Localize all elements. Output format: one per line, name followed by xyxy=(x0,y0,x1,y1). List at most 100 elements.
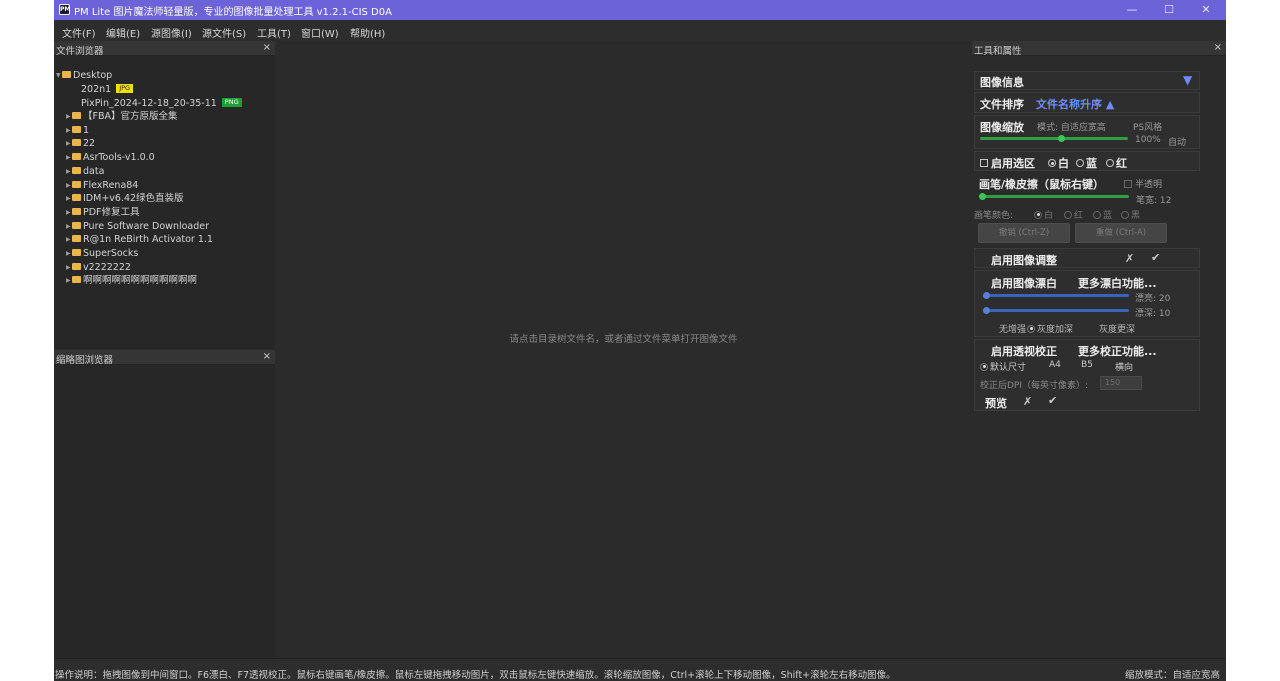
menu-tools[interactable]: 工具(T) xyxy=(257,25,291,40)
image-info-row[interactable]: 图像信息 ▼ xyxy=(974,71,1200,90)
semi-transparent-checkbox[interactable]: 半透明 xyxy=(1124,177,1162,190)
tree-folder[interactable]: ▶ Pure Software Downloader xyxy=(66,220,209,233)
checkbox-icon[interactable] xyxy=(980,159,988,167)
sort-row: 文件排序 文件名称升序 ▲ xyxy=(974,92,1200,113)
selection-white-radio[interactable]: 白 xyxy=(1048,155,1069,171)
radio-icon[interactable] xyxy=(1121,210,1129,219)
tree-folder[interactable]: ▶ R@1n ReBirth Activator 1.1 xyxy=(66,233,213,246)
size-a4-radio[interactable]: A4 xyxy=(1039,359,1061,370)
size-default-radio[interactable]: 默认尺寸 xyxy=(980,360,1026,373)
radio-icon[interactable] xyxy=(1039,359,1047,368)
adjust-cancel-icon[interactable]: ✗ xyxy=(1125,252,1134,265)
enable-adjust-checkbox[interactable]: 启用图像调整 xyxy=(980,252,1057,268)
menu-file[interactable]: 文件(F) xyxy=(62,25,96,40)
image-canvas[interactable]: 请点击目录树文件名，或者通过文件菜单打开图像文件 xyxy=(276,41,971,658)
enable-whiten-checkbox[interactable]: 启用图像漂白 xyxy=(980,275,1057,291)
whiten-slider-2-handle[interactable] xyxy=(982,307,990,314)
radio-icon[interactable] xyxy=(1027,324,1035,333)
thumb-browser-close-button[interactable]: × xyxy=(263,351,271,362)
perspective-confirm-icon[interactable]: ✔ xyxy=(1048,394,1057,407)
menu-source-file[interactable]: 源文件(S) xyxy=(202,25,246,40)
app-window: PM PM Lite 图片魔法师轻量版，专业的图像批量处理工具 v1.2.1-C… xyxy=(54,0,1226,681)
file-browser-close-button[interactable]: × xyxy=(263,42,271,53)
more-whiten-link[interactable]: 更多漂白功能... xyxy=(1078,275,1157,291)
radio-icon[interactable] xyxy=(980,362,988,371)
brush-color-black[interactable]: 黑 xyxy=(1121,208,1140,221)
radio-icon[interactable] xyxy=(989,324,997,333)
whiten-slider-2[interactable] xyxy=(983,309,1129,312)
tree-folder[interactable]: ▶ data xyxy=(66,165,104,178)
menu-edit[interactable]: 编辑(E) xyxy=(106,25,140,40)
ps-style-label[interactable]: PS风格 xyxy=(1133,120,1162,133)
zoom-label: 图像缩放 xyxy=(980,121,1024,134)
zoom-slider-handle[interactable] xyxy=(1058,135,1066,142)
redo-button[interactable]: 重做 (Ctrl-A) xyxy=(1075,223,1167,243)
radio-icon[interactable] xyxy=(1071,359,1079,368)
brush-slider-handle[interactable] xyxy=(979,193,986,200)
adjust-confirm-icon[interactable]: ✔ xyxy=(1151,251,1160,264)
checkbox-icon[interactable] xyxy=(980,279,988,287)
thumbnail-area[interactable] xyxy=(54,365,275,658)
radio-icon[interactable] xyxy=(1106,159,1114,167)
whiten-gray-deep-radio[interactable]: 灰度加深 xyxy=(1027,322,1073,335)
checkbox-icon[interactable] xyxy=(1124,179,1132,188)
menu-help[interactable]: 帮助(H) xyxy=(350,25,385,40)
minimize-button[interactable]: — xyxy=(1117,2,1147,18)
enable-perspective-checkbox[interactable]: 启用透视校正 xyxy=(980,343,1057,359)
tree-folder[interactable]: ▶ 22 xyxy=(66,137,95,150)
undo-button[interactable]: 撤销 (Ctrl-Z) xyxy=(978,223,1070,243)
enable-selection-checkbox[interactable]: 启用选区 xyxy=(980,155,1035,171)
tree-folder[interactable]: ▶ IDM+v6.42绿色直装版 xyxy=(66,192,184,205)
checkbox-icon[interactable] xyxy=(980,256,988,264)
dropdown-arrow-icon[interactable]: ▼ xyxy=(1183,73,1192,87)
whiten-slider-1[interactable] xyxy=(983,294,1129,297)
tree-folder[interactable]: ▶ AsrTools-v1.0.0 xyxy=(66,151,155,164)
maximize-button[interactable]: ☐ xyxy=(1154,2,1184,18)
tools-close-button[interactable]: × xyxy=(1214,42,1222,53)
tree-file[interactable]: PixPin_2024-12-18_20-35-11 PNG xyxy=(81,97,242,110)
whiten-gray-deeper-radio[interactable]: 灰度更深 xyxy=(1089,322,1135,335)
brush-color-blue[interactable]: 蓝 xyxy=(1093,208,1112,221)
radio-icon[interactable] xyxy=(1089,324,1097,333)
zoom-auto[interactable]: 自动 xyxy=(1168,135,1186,148)
selection-blue-radio[interactable]: 蓝 xyxy=(1076,155,1097,171)
radio-icon[interactable] xyxy=(1076,159,1084,167)
sort-label: 文件排序 xyxy=(980,98,1024,111)
size-b5-radio[interactable]: B5 xyxy=(1071,359,1093,370)
brush-size-slider[interactable] xyxy=(979,195,1129,198)
more-perspective-link[interactable]: 更多校正功能... xyxy=(1078,343,1157,359)
sort-order-button[interactable]: 文件名称升序 ▲ xyxy=(1036,96,1114,112)
tree-file[interactable]: 202n1 JPG xyxy=(81,83,134,96)
close-window-button[interactable]: ✕ xyxy=(1191,2,1221,18)
radio-icon[interactable] xyxy=(1034,210,1042,219)
tree-folder[interactable]: ▶ 啊啊啊啊啊啊啊啊啊啊啊啊 xyxy=(66,274,197,287)
tree-node-desktop[interactable]: ▼ Desktop xyxy=(56,69,112,82)
preview-button[interactable]: 预览 xyxy=(985,395,1007,411)
tree-folder[interactable]: ▶ SuperSocks xyxy=(66,247,138,260)
radio-icon[interactable] xyxy=(1064,210,1072,219)
help-text: 操作说明：拖拽图像到中间窗口。F6漂白、F7透视校正。鼠标右键画笔/橡皮擦。鼠标… xyxy=(55,670,896,681)
tree-folder[interactable]: ▶ 1 xyxy=(66,124,89,137)
landscape-checkbox[interactable]: 横向 xyxy=(1104,360,1133,373)
tree-folder[interactable]: ▶ 【FBA】官方原版全集 xyxy=(66,110,177,123)
brush-color-red[interactable]: 红 xyxy=(1064,208,1083,221)
dpi-input[interactable]: 150 xyxy=(1100,376,1142,390)
whiten-none-radio[interactable]: 无增强 xyxy=(989,322,1026,335)
zoom-percent: 100% xyxy=(1135,135,1161,145)
menu-source-image[interactable]: 源图像(I) xyxy=(151,25,192,40)
perspective-box: 启用透视校正 更多校正功能... 默认尺寸 A4 B5 横向 校正后DPI（每英… xyxy=(974,339,1200,411)
menu-window[interactable]: 窗口(W) xyxy=(301,25,339,40)
file-tree[interactable]: ▼ Desktop 202n1 JPG PixPin_2024-12-18_20-3… xyxy=(54,56,275,349)
perspective-cancel-icon[interactable]: ✗ xyxy=(1023,395,1032,408)
tree-folder[interactable]: ▶ v2222222 xyxy=(66,261,131,274)
radio-icon[interactable] xyxy=(1093,210,1101,219)
tree-folder[interactable]: ▶ FlexRena84 xyxy=(66,179,138,192)
radio-icon[interactable] xyxy=(1048,159,1056,167)
whiten-slider-1-handle[interactable] xyxy=(982,292,990,299)
selection-red-radio[interactable]: 红 xyxy=(1106,155,1127,171)
checkbox-icon[interactable] xyxy=(980,347,988,355)
zoom-slider[interactable] xyxy=(980,137,1128,140)
tree-folder[interactable]: ▶ PDF修复工具 xyxy=(66,206,140,219)
brush-color-white[interactable]: 白 xyxy=(1034,208,1053,221)
checkbox-icon[interactable] xyxy=(1104,362,1112,371)
